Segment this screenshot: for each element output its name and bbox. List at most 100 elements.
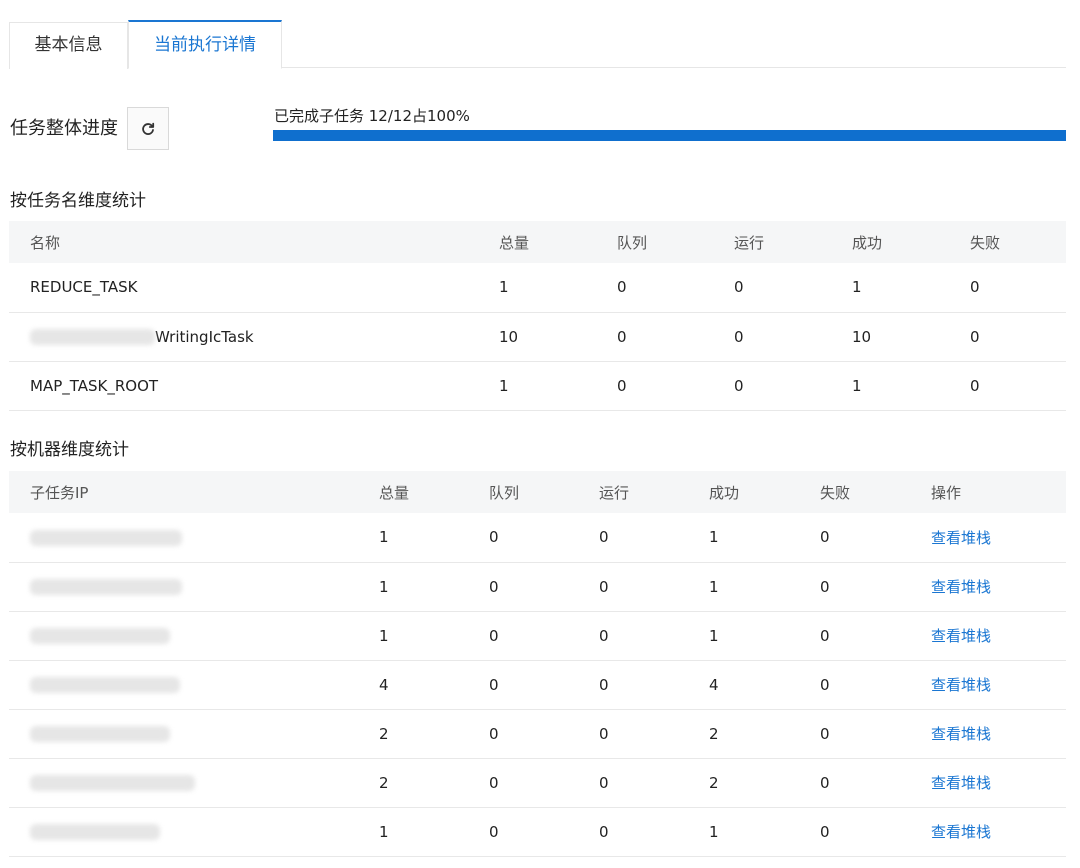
task-total: 10 bbox=[499, 327, 519, 346]
table-row: 1 0 0 1 0 查看堆栈 bbox=[9, 562, 1066, 611]
machine-queue: 0 bbox=[489, 724, 499, 743]
header-queue: 队列 bbox=[489, 483, 520, 502]
machine-failed: 0 bbox=[820, 577, 830, 596]
machine-total: 1 bbox=[379, 577, 389, 596]
task-success: 1 bbox=[852, 376, 862, 395]
task-queue: 0 bbox=[617, 327, 627, 346]
tab-bar: 基本信息 当前执行详情 bbox=[9, 20, 1066, 69]
machine-queue: 0 bbox=[489, 822, 499, 841]
task-running: 0 bbox=[734, 278, 744, 297]
machine-running: 0 bbox=[599, 773, 609, 792]
machine-total: 1 bbox=[379, 528, 389, 547]
header-success: 成功 bbox=[852, 233, 883, 252]
header-failed: 失败 bbox=[970, 233, 1001, 252]
machine-running: 0 bbox=[599, 528, 609, 547]
progress-bar-fill bbox=[273, 130, 1066, 141]
task-total: 1 bbox=[499, 278, 509, 297]
machine-failed: 0 bbox=[820, 528, 830, 547]
task-total: 1 bbox=[499, 376, 509, 395]
subtask-ip-cell bbox=[9, 513, 358, 562]
view-stack-link[interactable]: 查看堆栈 bbox=[910, 709, 1066, 758]
subtask-ip-cell bbox=[9, 660, 358, 709]
machine-running: 0 bbox=[599, 724, 609, 743]
machine-failed: 0 bbox=[820, 626, 830, 645]
machine-table: 子任务IP 总量 队列 运行 成功 失败 操作 1 0 0 1 0 查看堆栈 1… bbox=[9, 471, 1066, 857]
redacted-ip bbox=[30, 677, 180, 693]
view-stack-link[interactable]: 查看堆栈 bbox=[910, 611, 1066, 660]
task-table: 名称 总量 队列 运行 成功 失败 REDUCE_TASK 1 0 0 1 0 … bbox=[9, 221, 1066, 411]
machine-table-title: 按机器维度统计 bbox=[10, 440, 129, 460]
machine-total: 1 bbox=[379, 822, 389, 841]
view-stack-link[interactable]: 查看堆栈 bbox=[910, 660, 1066, 709]
header-running: 运行 bbox=[734, 233, 765, 252]
header-failed: 失败 bbox=[820, 483, 851, 502]
view-stack-link[interactable]: 查看堆栈 bbox=[910, 758, 1066, 807]
machine-queue: 0 bbox=[489, 675, 499, 694]
machine-total: 4 bbox=[379, 675, 389, 694]
header-queue: 队列 bbox=[617, 233, 648, 252]
table-row: 1 0 0 1 0 查看堆栈 bbox=[9, 807, 1066, 856]
redacted-ip bbox=[30, 579, 182, 595]
machine-running: 0 bbox=[599, 675, 609, 694]
task-running: 0 bbox=[734, 327, 744, 346]
subtask-ip-cell bbox=[9, 562, 358, 611]
refresh-icon bbox=[142, 122, 155, 135]
task-name: WritingIcTask bbox=[155, 327, 254, 346]
task-failed: 0 bbox=[970, 278, 980, 297]
redacted-ip bbox=[30, 824, 160, 840]
machine-success: 1 bbox=[709, 626, 719, 645]
machine-total: 1 bbox=[379, 626, 389, 645]
refresh-button[interactable] bbox=[127, 107, 169, 150]
table-row: 4 0 0 4 0 查看堆栈 bbox=[9, 660, 1066, 709]
view-stack-link[interactable]: 查看堆栈 bbox=[910, 562, 1066, 611]
progress-bar bbox=[273, 130, 1066, 141]
header-name: 名称 bbox=[30, 233, 61, 252]
machine-running: 0 bbox=[599, 822, 609, 841]
task-name-cell: WritingIcTask bbox=[9, 312, 478, 361]
header-action: 操作 bbox=[931, 483, 962, 502]
table-row: WritingIcTask 10 0 0 10 0 bbox=[9, 312, 1066, 361]
machine-queue: 0 bbox=[489, 577, 499, 596]
machine-total: 2 bbox=[379, 724, 389, 743]
progress-title: 任务整体进度 bbox=[10, 118, 118, 139]
subtask-ip-cell bbox=[9, 807, 358, 856]
task-table-header: 名称 总量 队列 运行 成功 失败 bbox=[9, 221, 1066, 263]
view-stack-link[interactable]: 查看堆栈 bbox=[910, 807, 1066, 856]
tab-execution-details[interactable]: 当前执行详情 bbox=[128, 20, 282, 69]
machine-success: 2 bbox=[709, 773, 719, 792]
task-failed: 0 bbox=[970, 376, 980, 395]
task-running: 0 bbox=[734, 376, 744, 395]
machine-queue: 0 bbox=[489, 773, 499, 792]
redacted-ip bbox=[30, 628, 170, 644]
subtask-ip-cell bbox=[9, 758, 358, 807]
header-running: 运行 bbox=[599, 483, 630, 502]
machine-table-header: 子任务IP 总量 队列 运行 成功 失败 操作 bbox=[9, 471, 1066, 513]
machine-success: 2 bbox=[709, 724, 719, 743]
redacted-ip bbox=[30, 726, 170, 742]
table-row: MAP_TASK_ROOT 1 0 0 1 0 bbox=[9, 361, 1066, 410]
machine-success: 1 bbox=[709, 577, 719, 596]
machine-failed: 0 bbox=[820, 773, 830, 792]
view-stack-link[interactable]: 查看堆栈 bbox=[910, 513, 1066, 562]
subtask-ip-cell bbox=[9, 709, 358, 758]
table-row: 1 0 0 1 0 查看堆栈 bbox=[9, 611, 1066, 660]
tab-basic-info[interactable]: 基本信息 bbox=[9, 22, 128, 69]
table-row: REDUCE_TASK 1 0 0 1 0 bbox=[9, 263, 1066, 312]
machine-total: 2 bbox=[379, 773, 389, 792]
machine-queue: 0 bbox=[489, 528, 499, 547]
machine-failed: 0 bbox=[820, 724, 830, 743]
table-row: 2 0 0 2 0 查看堆栈 bbox=[9, 709, 1066, 758]
task-table-title: 按任务名维度统计 bbox=[10, 191, 146, 211]
redacted-ip bbox=[30, 775, 195, 791]
header-total: 总量 bbox=[379, 483, 410, 502]
subtask-ip-cell bbox=[9, 611, 358, 660]
task-name: MAP_TASK_ROOT bbox=[30, 376, 159, 395]
table-row: 2 0 0 2 0 查看堆栈 bbox=[9, 758, 1066, 807]
machine-queue: 0 bbox=[489, 626, 499, 645]
machine-running: 0 bbox=[599, 626, 609, 645]
machine-running: 0 bbox=[599, 577, 609, 596]
task-success: 10 bbox=[852, 327, 872, 346]
redacted-prefix bbox=[30, 329, 155, 345]
machine-success: 1 bbox=[709, 822, 719, 841]
task-queue: 0 bbox=[617, 278, 627, 297]
